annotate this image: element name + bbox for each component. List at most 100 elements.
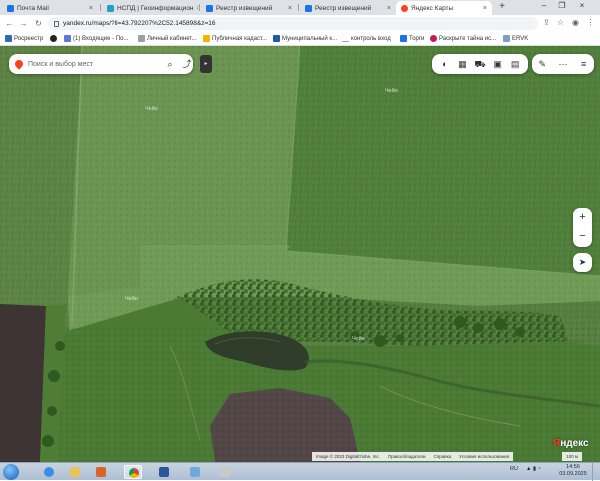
bookmark-municipal[interactable]: Муниципальный к... (273, 35, 337, 42)
route-icon[interactable]: ⤴ (181, 58, 193, 70)
bookmark-secret[interactable]: Раскрыте тайна ис... (430, 35, 496, 42)
url-text[interactable]: yandex.ru/maps/?ll=43.792207%2C52.145898… (63, 20, 216, 27)
bookmark-control[interactable]: контроль вход (342, 35, 391, 42)
tab-title: Яндекс Карты (411, 4, 454, 12)
bookmark-rosreestr[interactable]: Росреестр (5, 35, 43, 42)
page-icon (138, 35, 145, 42)
rosreestr-icon (5, 35, 12, 42)
bus-icon[interactable]: ▣ (492, 58, 504, 70)
field-label: Чейо (352, 336, 365, 342)
taskbar-chrome[interactable] (124, 465, 142, 479)
search-input[interactable]: Поиск и выбор мест (28, 61, 159, 68)
ruler-icon[interactable]: ✎ (536, 58, 548, 70)
taskbar-paint[interactable] (216, 465, 234, 479)
tab-strip: Почта Mail × НСПД | Геоинформацион × Рее… (0, 0, 600, 15)
tab-title: Реестр извещений (216, 4, 273, 12)
panorama-icon[interactable]: ▦ (456, 58, 468, 70)
map-scale: 100 м (562, 452, 582, 461)
page-icon (430, 35, 437, 42)
menu-icon[interactable]: ≡ (578, 58, 590, 70)
bookmark-ervk[interactable]: ERVK (503, 35, 528, 42)
bookmark-label: Личный кабинет... (147, 35, 197, 42)
maximize-button[interactable]: ❐ (554, 1, 570, 10)
clock-time: 14:56 (566, 464, 580, 470)
page-icon (503, 35, 510, 42)
tab-nspd[interactable]: НСПД | Геоинформацион × (102, 1, 198, 15)
tab-yandex-maps[interactable]: Яндекс Карты × (396, 1, 492, 15)
map-tools-toolbar: ✎ ⋯ ≡ (532, 54, 594, 74)
profile-icon[interactable]: ◉ (570, 18, 581, 27)
yandex-logo: Яндекс (553, 438, 589, 449)
satellite-map[interactable]: Чейо Чейо Чейо Чейо Поиск и выбор мест ⌕… (0, 46, 600, 462)
back-icon[interactable]: ← (4, 18, 15, 29)
window-close-button[interactable]: × (574, 1, 590, 10)
share-icon[interactable]: ⇪ (541, 18, 552, 27)
field-label: Чейо (125, 296, 138, 302)
clock-date: 03.09.2025 (559, 471, 587, 477)
yandex-maps-icon (401, 4, 408, 12)
paint-icon (220, 467, 230, 477)
page-icon (273, 35, 280, 42)
map-search-box[interactable]: Поиск и выбор мест ⌕ ⤴ (9, 54, 193, 74)
bookmark-torgi[interactable]: Торги (400, 35, 424, 42)
tab-mail[interactable]: Почта Mail × (2, 1, 98, 15)
taskbar-explorer[interactable] (66, 465, 84, 479)
taskbar-word[interactable] (155, 465, 173, 479)
bookmark-github[interactable] (50, 35, 57, 42)
chrome-menu-icon[interactable]: ⋮ (585, 18, 596, 27)
new-tab-button[interactable]: + (496, 2, 508, 13)
transport-icon[interactable]: ⛟ (474, 58, 486, 70)
taskbar-media[interactable] (92, 465, 110, 479)
minimize-button[interactable]: – (536, 1, 552, 10)
forward-icon[interactable]: → (18, 18, 29, 29)
bookmarks-bar: Росреестр (1) Входящие - По... Личный ка… (0, 32, 600, 46)
word-icon (159, 467, 169, 477)
language-indicator[interactable]: RU (510, 466, 518, 472)
clock[interactable]: 14:56 03.09.2025 (558, 464, 588, 478)
reload-icon[interactable]: ↻ (33, 18, 44, 29)
traffic-icon[interactable]: ▤ (509, 58, 521, 70)
bookmark-label: ERVK (512, 35, 529, 42)
start-button[interactable] (3, 464, 19, 480)
nspd-icon (107, 4, 114, 12)
bookmark-label: Торги (409, 35, 425, 42)
page-icon (400, 35, 407, 42)
locate-icon[interactable]: ➤ (573, 253, 592, 272)
bookmark-star-icon[interactable]: ☆ (555, 18, 566, 27)
close-icon[interactable]: × (288, 5, 292, 12)
bookmark-label: Муниципальный к... (282, 35, 338, 42)
search-icon[interactable]: ⌕ (164, 58, 176, 70)
address-bar[interactable]: yandex.ru/maps/?ll=43.792207%2C52.145898… (48, 17, 538, 30)
tab-registry-1[interactable]: Реестр извещений × (201, 1, 297, 15)
more-icon[interactable]: ⋯ (557, 58, 569, 70)
bookmark-label: Раскрыте тайна ис... (439, 35, 497, 42)
close-icon[interactable]: × (387, 5, 391, 12)
bookmark-cadastre[interactable]: Публичная кадаст... (203, 35, 267, 42)
layers-icon[interactable]: ◐ (439, 58, 451, 70)
show-desktop-button[interactable] (592, 463, 600, 481)
help-link[interactable]: Справка (433, 454, 451, 459)
close-icon[interactable]: × (483, 5, 487, 12)
bookmark-cabinet[interactable]: Личный кабинет... (138, 35, 196, 42)
tab-registry-2[interactable]: Реестр извещений × (300, 1, 396, 15)
ie-icon (44, 467, 54, 477)
copyright-text: Image © 2023 DigitalGlobe, Inc. (316, 454, 380, 459)
bookmark-inbox[interactable]: (1) Входящие - По... (64, 35, 128, 42)
zoom-in-button[interactable]: + (573, 208, 592, 227)
folder-icon (70, 467, 80, 477)
bookmark-label: контроль вход (351, 35, 391, 42)
collapse-panel-button[interactable]: ▸ (200, 55, 212, 73)
registry-icon (305, 4, 312, 12)
folder-icon (203, 35, 210, 42)
zoom-out-button[interactable]: − (573, 227, 592, 246)
rights-link[interactable]: Правообладатели (388, 454, 426, 459)
close-icon[interactable]: × (197, 5, 198, 12)
taskbar-ie[interactable] (40, 465, 58, 479)
terms-link[interactable]: Условия использования (459, 454, 509, 459)
tab-title: Реестр извещений (315, 4, 372, 12)
close-icon[interactable]: × (89, 5, 93, 12)
github-icon (50, 35, 57, 42)
tray-icons[interactable]: ▲ ▮ ◔ (526, 466, 541, 472)
chrome-icon (129, 468, 139, 478)
taskbar-app[interactable] (186, 465, 204, 479)
